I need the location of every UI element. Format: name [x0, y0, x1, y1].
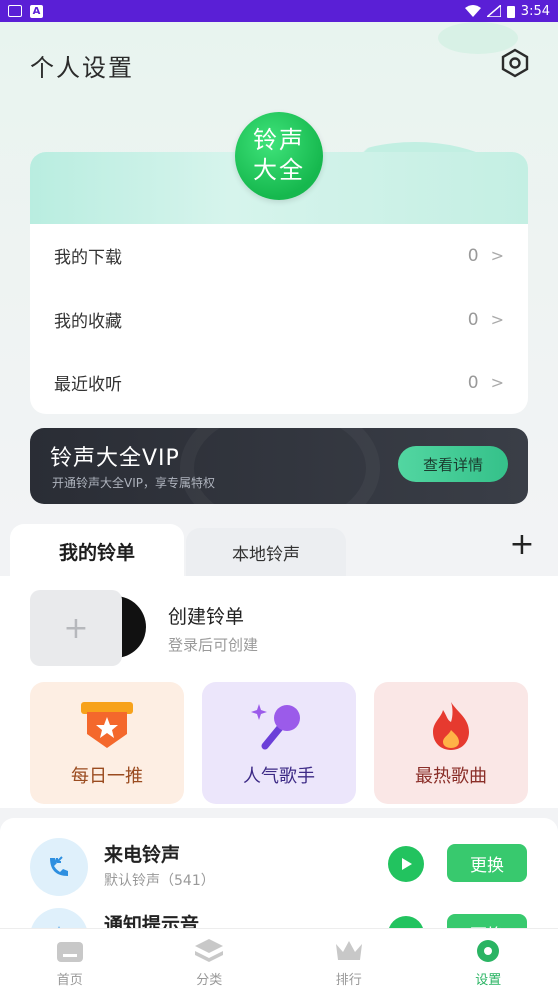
nav-label: 分类: [196, 973, 223, 988]
category-daily-pick[interactable]: 每日一推: [30, 682, 184, 804]
gear-icon: [473, 937, 503, 965]
create-playlist-title[interactable]: 创建铃单: [168, 602, 244, 629]
page-title: 个人设置: [30, 54, 134, 82]
microphone-icon: [251, 700, 307, 752]
nav-label: 首页: [56, 973, 83, 988]
nav-item-settings[interactable]: 设置: [419, 929, 558, 992]
layers-icon: [194, 937, 224, 965]
change-button[interactable]: 更换: [447, 844, 527, 882]
bottom-nav: 首页 分类 排行 设置: [0, 928, 558, 992]
tab-my-playlists[interactable]: 我的铃单: [10, 524, 184, 578]
menu-count: 0: [467, 309, 479, 330]
create-playlist-subtitle: 登录后可创建: [168, 636, 259, 654]
incoming-call-icon: [30, 838, 88, 896]
logo-line-1: 铃声: [253, 126, 305, 154]
menu-row-favorites[interactable]: 我的收藏 0 >: [30, 288, 528, 351]
ringtone-settings-panel: 来电铃声 默认铃声（541） 更换 通知提示音 更换: [0, 818, 558, 928]
create-playlist-cover[interactable]: +: [30, 590, 122, 666]
category-hottest-songs[interactable]: 最热歌曲: [374, 682, 528, 804]
nav-label: 排行: [335, 973, 362, 988]
menu-count: 0: [467, 245, 479, 266]
category-label: 人气歌手: [243, 766, 315, 787]
wifi-icon: [464, 5, 481, 17]
tab-local-ringtones[interactable]: 本地铃声: [186, 528, 346, 576]
ringtone-row-notification: 通知提示音 更换: [0, 904, 558, 928]
ringtone-title: 来电铃声: [104, 844, 181, 866]
status-time: 3:54: [520, 3, 550, 19]
menu-row-recent[interactable]: 最近收听 0 >: [30, 351, 528, 414]
vip-decor-circle: [180, 428, 380, 504]
nav-label: 设置: [475, 973, 502, 988]
nav-item-categories[interactable]: 分类: [140, 929, 280, 992]
chevron-right-icon: >: [490, 310, 504, 329]
tabs-bar: 我的铃单 本地铃声 +: [0, 522, 558, 578]
a-icon: A: [30, 4, 43, 18]
chevron-right-icon: >: [490, 373, 504, 392]
playlist-panel: + 创建铃单 登录后可创建 每日一推 人气歌手 最热歌曲: [0, 576, 558, 808]
hexagon-settings-icon: [501, 48, 529, 78]
nav-item-rankings[interactable]: 排行: [279, 929, 419, 992]
ringtone-subtitle: 默认铃声（541）: [104, 873, 215, 889]
notification-icon: [30, 908, 88, 928]
ringtone-row-incoming-call: 来电铃声 默认铃声（541） 更换: [0, 834, 558, 900]
ringtone-title: 通知提示音: [104, 914, 200, 928]
crown-icon: [334, 937, 364, 965]
vip-subtitle: 开通铃声大全VIP，享专属特权: [52, 476, 215, 490]
plus-icon: +: [63, 610, 89, 646]
status-bar: A 3:54: [0, 0, 558, 22]
battery-icon: [506, 5, 515, 18]
signal-icon: [486, 5, 501, 17]
settings-button[interactable]: [498, 46, 532, 80]
category-popular-singers[interactable]: 人气歌手: [202, 682, 356, 804]
add-button[interactable]: +: [504, 528, 540, 564]
star-badge-icon: [79, 700, 135, 752]
chevron-right-icon: >: [490, 246, 504, 265]
logo-line-2: 大全: [253, 156, 305, 184]
category-label: 最热歌曲: [415, 766, 487, 787]
play-button[interactable]: [388, 846, 424, 882]
nav-item-home[interactable]: 首页: [0, 929, 140, 992]
play-button[interactable]: [388, 916, 424, 928]
menu-label: 我的下载: [54, 248, 122, 268]
category-label: 每日一推: [71, 766, 143, 787]
change-button[interactable]: 更换: [447, 914, 527, 928]
mail-icon: [8, 5, 22, 17]
vip-banner[interactable]: 铃声大全VIP 开通铃声大全VIP，享专属特权 查看详情: [30, 428, 528, 504]
app-logo: 铃声 大全: [235, 112, 323, 200]
menu-count: 0: [467, 372, 479, 393]
home-icon: [55, 937, 85, 965]
menu-label: 我的收藏: [54, 312, 122, 332]
vip-details-button[interactable]: 查看详情: [398, 446, 508, 482]
vip-title: 铃声大全VIP: [50, 446, 180, 471]
fire-icon: [423, 700, 479, 752]
menu-row-downloads[interactable]: 我的下载 0 >: [30, 224, 528, 287]
menu-label: 最近收听: [54, 375, 122, 395]
play-icon: [402, 858, 412, 870]
